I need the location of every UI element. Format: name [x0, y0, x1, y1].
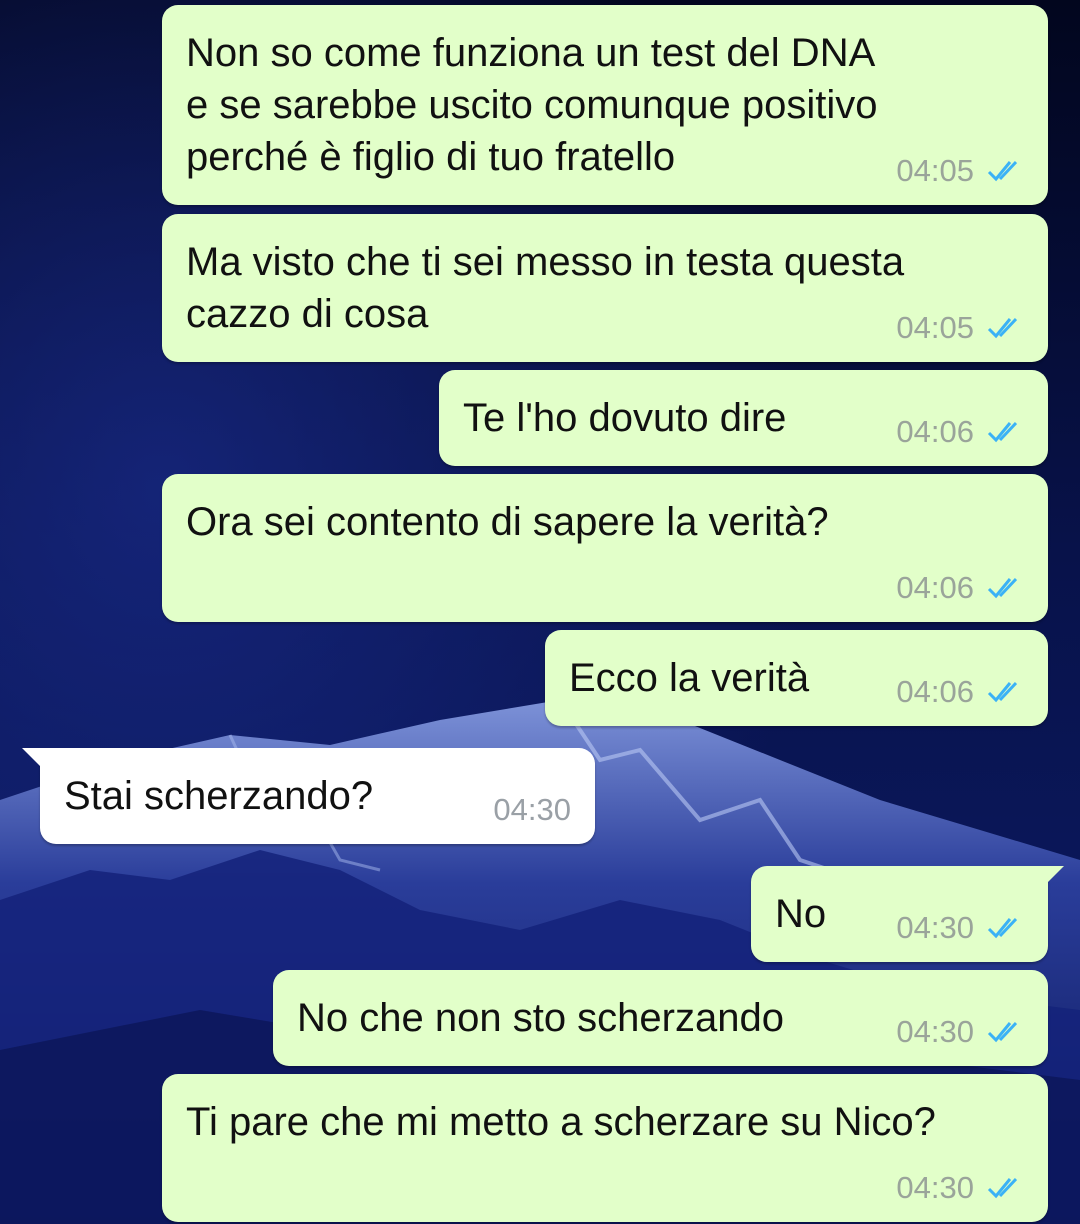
- double-check-read-icon: [987, 317, 1018, 339]
- bubble-tail: [22, 748, 48, 774]
- message-time: 04:05: [896, 153, 974, 188]
- message-bubble-outgoing[interactable]: Ma visto che ti sei messo in testa quest…: [162, 214, 1048, 362]
- message-text: Ecco la verità: [569, 656, 810, 700]
- message-meta: 04:05: [896, 310, 1024, 346]
- message-time: 04:30: [493, 792, 571, 827]
- bubble-tail: [1038, 866, 1064, 892]
- message-time: 04:06: [896, 414, 974, 449]
- message-bubble-outgoing[interactable]: Te l'ho dovuto dire 04:06: [439, 370, 1048, 466]
- double-check-read-icon: [987, 917, 1018, 939]
- message-text: No che non sto scherzando: [297, 996, 784, 1040]
- double-check-read-icon: [987, 160, 1018, 182]
- message-text: Stai scherzando?: [64, 774, 374, 818]
- message-meta: 04:06: [896, 414, 1024, 450]
- message-bubble-outgoing[interactable]: Ora sei contento di sapere la verità? 04…: [162, 474, 1048, 622]
- message-meta: 04:06: [896, 570, 1024, 606]
- message-time: 04:30: [896, 1014, 974, 1049]
- message-bubble-outgoing[interactable]: Non so come funziona un test del DNA e s…: [162, 5, 1048, 205]
- message-time: 04:30: [896, 910, 974, 945]
- message-meta: 04:05: [896, 153, 1024, 189]
- message-meta: 04:30: [896, 1170, 1024, 1206]
- double-check-read-icon: [987, 1177, 1018, 1199]
- double-check-read-icon: [987, 1021, 1018, 1043]
- message-meta: 04:06: [896, 674, 1024, 710]
- message-bubble-incoming[interactable]: Stai scherzando? 04:30: [22, 748, 595, 844]
- message-bubble-outgoing[interactable]: Ecco la verità 04:06: [545, 630, 1048, 726]
- message-text: Ora sei contento di sapere la verità?: [186, 500, 829, 544]
- message-text: Ti pare che mi metto a scherzare su Nico…: [186, 1100, 936, 1144]
- message-text: No: [775, 892, 827, 936]
- message-text: Te l'ho dovuto dire: [463, 396, 787, 440]
- message-text: Ma visto che ti sei messo in testa quest…: [186, 240, 905, 336]
- message-time: 04:05: [896, 310, 974, 345]
- message-time: 04:06: [896, 674, 974, 709]
- message-bubble-outgoing[interactable]: No che non sto scherzando 04:30: [273, 970, 1048, 1066]
- double-check-read-icon: [987, 681, 1018, 703]
- message-bubble-outgoing[interactable]: No 04:30: [751, 866, 1064, 962]
- message-time: 04:06: [896, 570, 974, 605]
- message-text: Non so come funziona un test del DNA e s…: [186, 31, 878, 179]
- double-check-read-icon: [987, 577, 1018, 599]
- message-time: 04:30: [896, 1170, 974, 1205]
- message-meta: 04:30: [493, 792, 571, 828]
- message-meta: 04:30: [896, 1014, 1024, 1050]
- double-check-read-icon: [987, 421, 1018, 443]
- message-bubble-outgoing[interactable]: Ti pare che mi metto a scherzare su Nico…: [162, 1074, 1048, 1222]
- message-meta: 04:30: [896, 910, 1024, 946]
- chat-messages: Non so come funziona un test del DNA e s…: [0, 0, 1080, 1224]
